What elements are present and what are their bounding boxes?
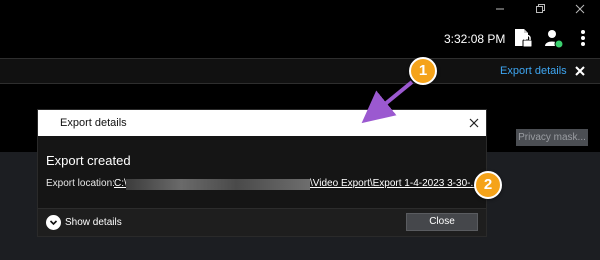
export-details-link[interactable]: Export details	[500, 65, 567, 77]
export-created-heading: Export created	[46, 153, 131, 168]
close-window-button[interactable]	[560, 0, 600, 18]
window-controls	[480, 0, 600, 18]
close-icon	[575, 66, 585, 76]
dialog-titlebar: Export details	[38, 110, 486, 136]
document-lock-button[interactable]	[512, 27, 534, 49]
show-details-toggle[interactable]: Show details	[46, 215, 122, 230]
minimize-icon	[496, 8, 504, 10]
dialog-title: Export details	[60, 117, 127, 129]
callout-marker-1: 1	[409, 57, 437, 85]
restore-icon	[536, 4, 545, 13]
export-location-link[interactable]: C:\ \Video Export\Export 1-4-2023 3-30-.…	[114, 178, 479, 191]
top-bar: 3:32:08 PM	[0, 18, 600, 58]
restore-button[interactable]	[520, 0, 560, 18]
notification-bar: Export details	[0, 58, 600, 84]
chevron-down-icon	[46, 215, 61, 230]
export-location-folder: \Video Export\Export 1-4-2023 3-30-...	[310, 178, 479, 189]
more-menu-button[interactable]	[576, 27, 590, 49]
document-lock-icon	[515, 29, 533, 48]
minimize-button[interactable]	[480, 0, 520, 18]
notification-close-button[interactable]	[573, 63, 587, 79]
close-icon	[575, 4, 585, 14]
export-location-drive: C:\	[114, 178, 127, 189]
dialog-footer: Show details Close	[38, 208, 486, 236]
privacy-mask-button[interactable]: Privacy mask...	[516, 129, 588, 146]
close-button[interactable]: Close	[406, 213, 478, 231]
user-status-button[interactable]	[542, 27, 564, 49]
export-location-label: Export location:	[46, 178, 115, 189]
dialog-body: Export created Export location: C:\ \Vid…	[38, 136, 486, 208]
more-vertical-icon	[581, 30, 585, 46]
show-details-label: Show details	[65, 217, 122, 228]
redacted-path	[126, 179, 310, 190]
close-icon	[469, 118, 479, 128]
export-details-dialog: Export details Export created Export loc…	[38, 110, 486, 236]
clock: 3:32:08 PM	[444, 32, 506, 46]
user-status-icon	[545, 30, 564, 49]
callout-marker-2: 2	[474, 171, 502, 199]
dialog-close-button[interactable]	[466, 115, 482, 131]
